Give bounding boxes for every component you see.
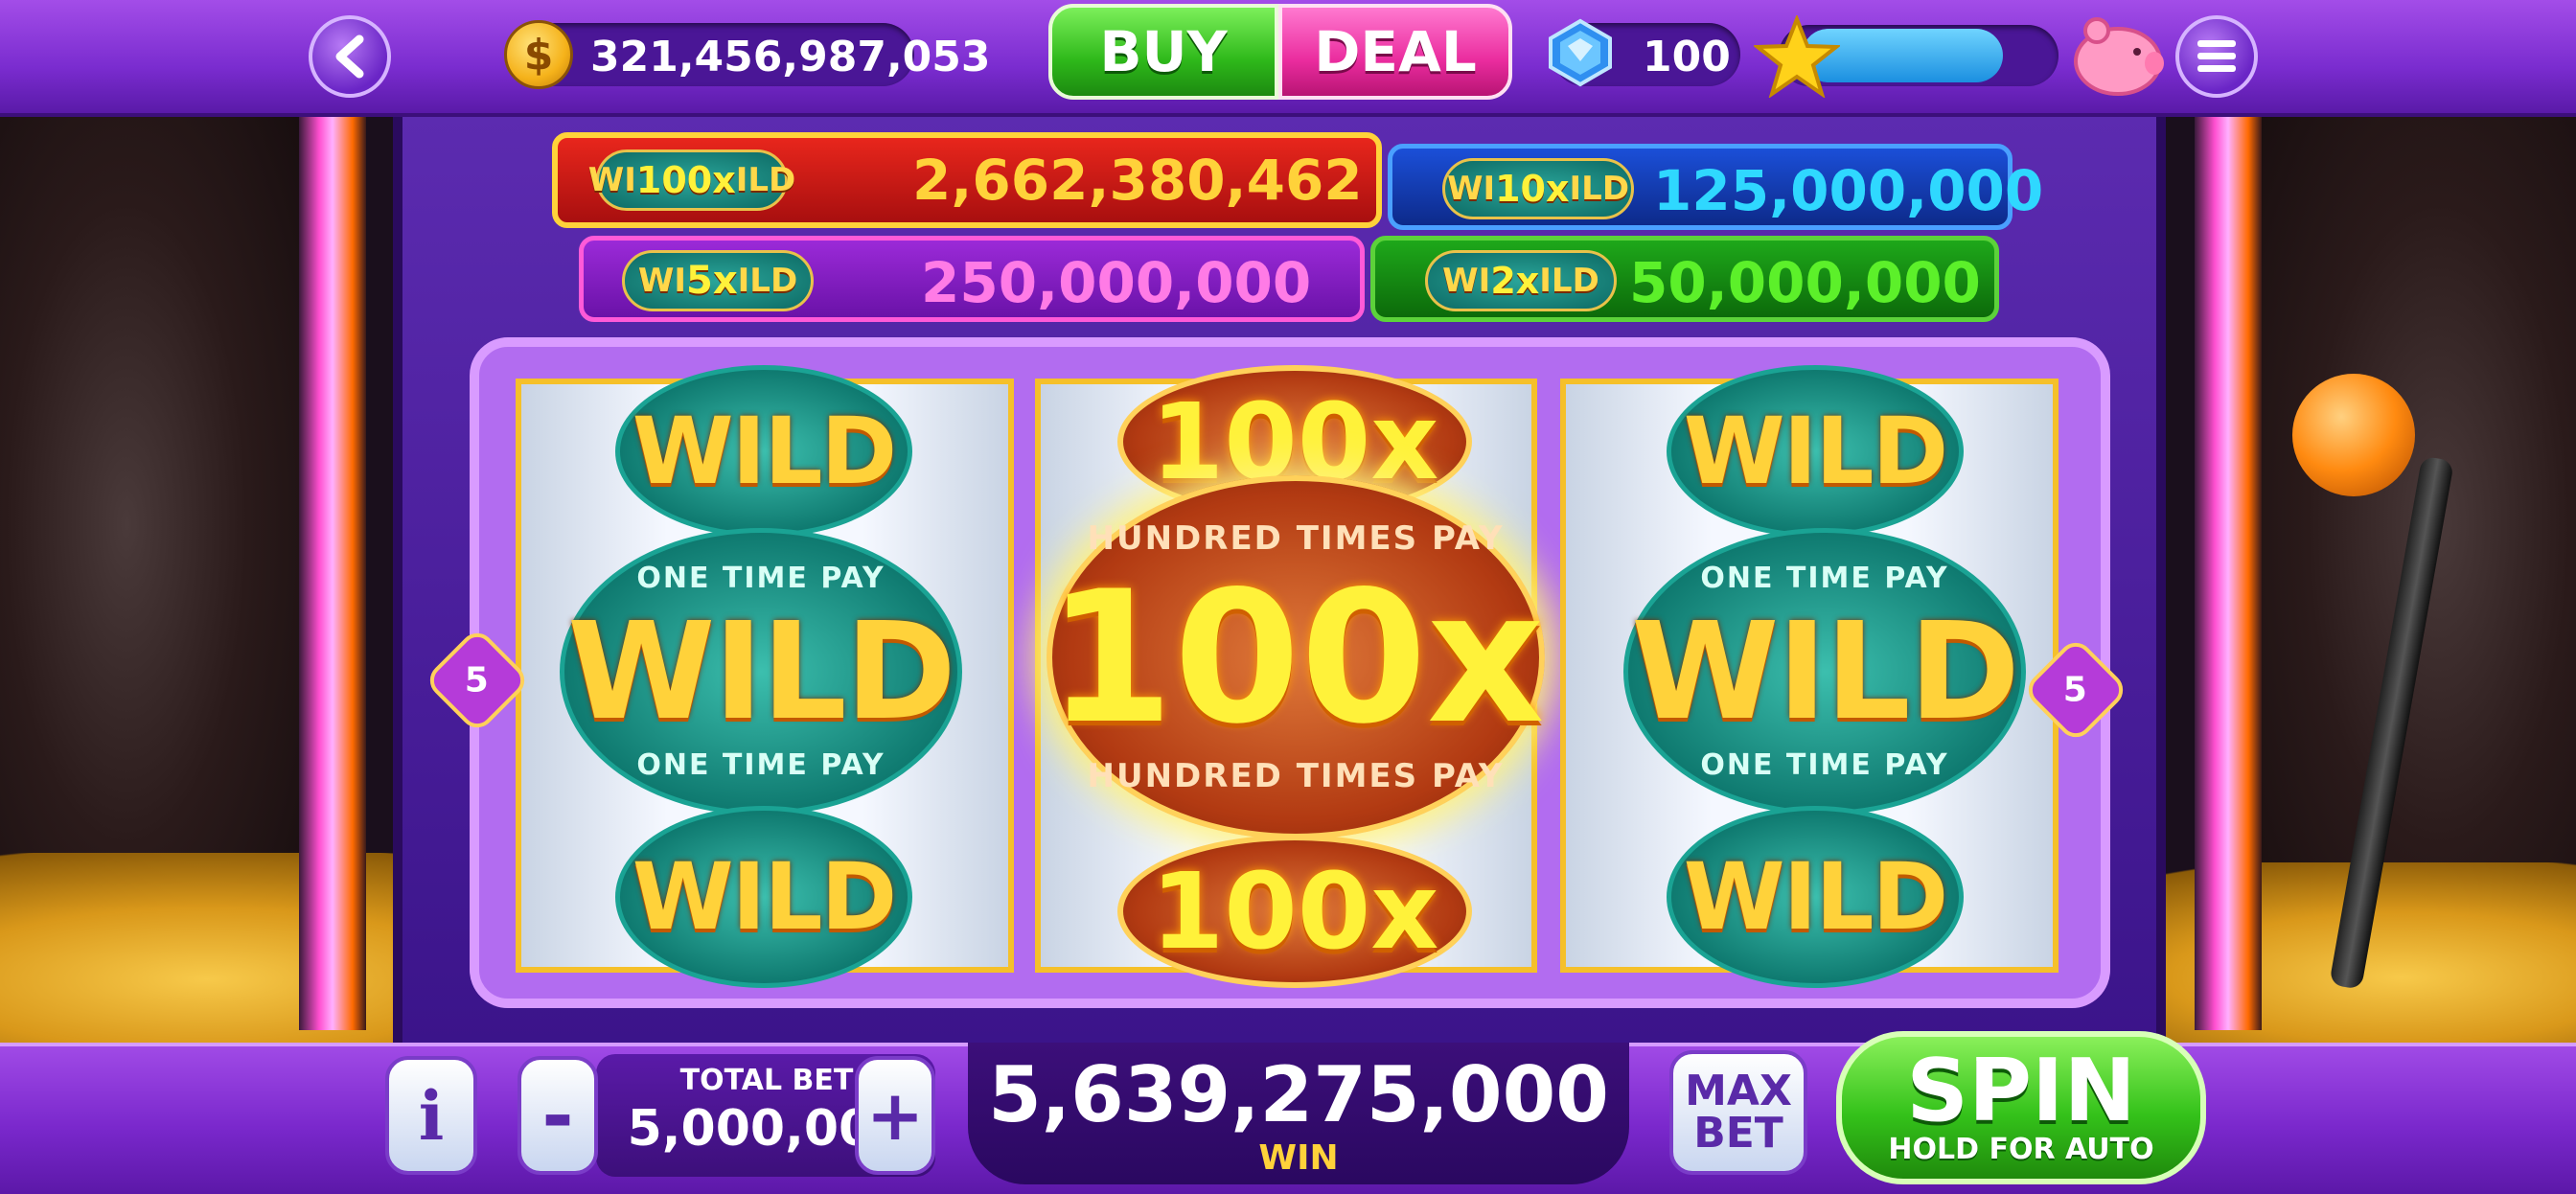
spin-button[interactable]: SPIN HOLD FOR AUTO [1836,1031,2206,1184]
wild-symbol-text: WILD [632,398,897,505]
hundred-x-text: 100x [1046,551,1545,764]
wild-symbol-top: WILD [1667,365,1964,538]
neon-pillar-left [299,110,366,1030]
jackpot-2x-badge: WI 2x ILD [1425,250,1617,311]
jackpot-5x-panel: WI 5x ILD 250,000,000 [579,236,1365,322]
reel-3: WILD ONE TIME PAY WILD ONE TIME PAY WILD [1560,365,2058,988]
wild-symbol-bottom: WILD [1667,806,1964,988]
max-bet-button[interactable]: MAX BET [1669,1050,1807,1175]
one-time-pay-label: ONE TIME PAY [1700,562,1949,595]
increase-bet-button[interactable]: + [855,1056,935,1175]
buy-button[interactable]: BUY [1048,4,1278,100]
hundred-x-text: 100x [1150,850,1439,973]
gem-balance: 100 [1643,33,1731,81]
piggy-bank-icon[interactable] [2068,10,2168,102]
neon-pillar-right [2195,110,2262,1030]
info-button[interactable]: i [385,1056,477,1175]
deal-button[interactable]: DEAL [1278,4,1512,100]
wild-symbol-text: WILD [567,593,956,750]
win-amount: 5,639,275,000 [988,1050,1609,1139]
wild-symbol-top: WILD [615,365,912,538]
coin-balance: 321,456,987,053 [590,33,991,81]
jackpot-100x-panel: WI 100x ILD 2,662,380,462 [552,132,1382,228]
max-bet-label-bottom: BET [1693,1109,1783,1158]
one-time-pay-label: ONE TIME PAY [636,562,886,595]
wild-symbol-text: WILD [1683,398,1948,505]
jackpot-100x-badge: WI 100x ILD [588,149,795,211]
one-time-pay-label: ONE TIME PAY [1700,748,1949,782]
payline-left-number: 5 [465,660,490,700]
coin-balance-pill[interactable]: $ 321,456,987,053 [504,20,991,89]
jackpot-100x-value: 2,662,380,462 [912,148,1363,213]
lever-knob[interactable] [2292,374,2415,496]
hundred-x-symbol-bottom: 100x [1117,835,1472,988]
jackpot-5x-badge: WI 5x ILD [622,250,814,311]
wild-symbol-bottom: WILD [615,806,912,988]
jackpot-2x-suffix: ILD [1539,262,1599,300]
jackpot-10x-badge: WI 10x ILD [1442,158,1634,219]
decrease-bet-button[interactable]: - [518,1056,598,1175]
jackpot-10x-prefix: WI [1446,170,1496,208]
jackpot-100x-suffix: ILD [735,161,796,199]
jackpot-2x-value: 50,000,000 [1629,250,1981,315]
jackpot-2x-panel: WI 2x ILD 50,000,000 [1370,236,1999,322]
hundred-times-pay-label: HUNDRED TIMES PAY [1087,757,1505,795]
star-icon [1754,15,1840,98]
hundred-times-pay-label: HUNDRED TIMES PAY [1087,519,1505,558]
jackpot-5x-prefix: WI [637,262,686,300]
jackpot-2x-multiplier: 2x [1490,260,1540,302]
chevron-left-icon [335,34,364,79]
payline-right-number: 5 [2063,670,2088,710]
jackpot-10x-suffix: ILD [1569,170,1630,208]
spin-hold-for-auto-label: HOLD FOR AUTO [1888,1133,2154,1166]
hamburger-menu-icon [2197,40,2236,72]
gem-balance-pill[interactable]: 100 [1549,18,1740,87]
jackpot-100x-multiplier: 100x [635,159,736,201]
reel-2: 100x HUNDRED TIMES PAY 100x HUNDRED TIME… [1035,365,1545,988]
diamond-icon [1549,18,1612,87]
jackpot-5x-value: 250,000,000 [921,250,1312,315]
wild-symbol-text: WILD [632,843,897,951]
hundred-x-symbol-center: HUNDRED TIMES PAY 100x HUNDRED TIMES PAY [1046,475,1545,839]
one-time-pay-label: ONE TIME PAY [636,748,886,782]
coin-icon: $ [504,20,573,89]
wild-symbol-center: ONE TIME PAY WILD ONE TIME PAY [1623,528,2026,815]
jackpot-100x-prefix: WI [587,161,636,199]
jackpot-10x-multiplier: 10x [1495,168,1570,210]
jackpot-10x-value: 125,000,000 [1653,158,2044,223]
jackpot-2x-prefix: WI [1442,262,1491,300]
jackpot-5x-suffix: ILD [737,262,798,300]
reel-1: WILD ONE TIME PAY WILD ONE TIME PAY WILD [516,365,1014,988]
wild-symbol-center: ONE TIME PAY WILD ONE TIME PAY [560,528,962,815]
spin-label: SPIN [1906,1041,2136,1141]
wild-symbol-text: WILD [1631,593,2020,750]
jackpot-5x-multiplier: 5x [685,259,738,303]
menu-button[interactable] [2175,15,2258,98]
jackpot-10x-panel: WI 10x ILD 125,000,000 [1388,144,2043,230]
win-label: WIN [1258,1138,1339,1178]
max-bet-label-top: MAX [1685,1067,1792,1115]
wild-symbol-text: WILD [1683,843,1948,951]
back-button[interactable] [309,15,391,98]
